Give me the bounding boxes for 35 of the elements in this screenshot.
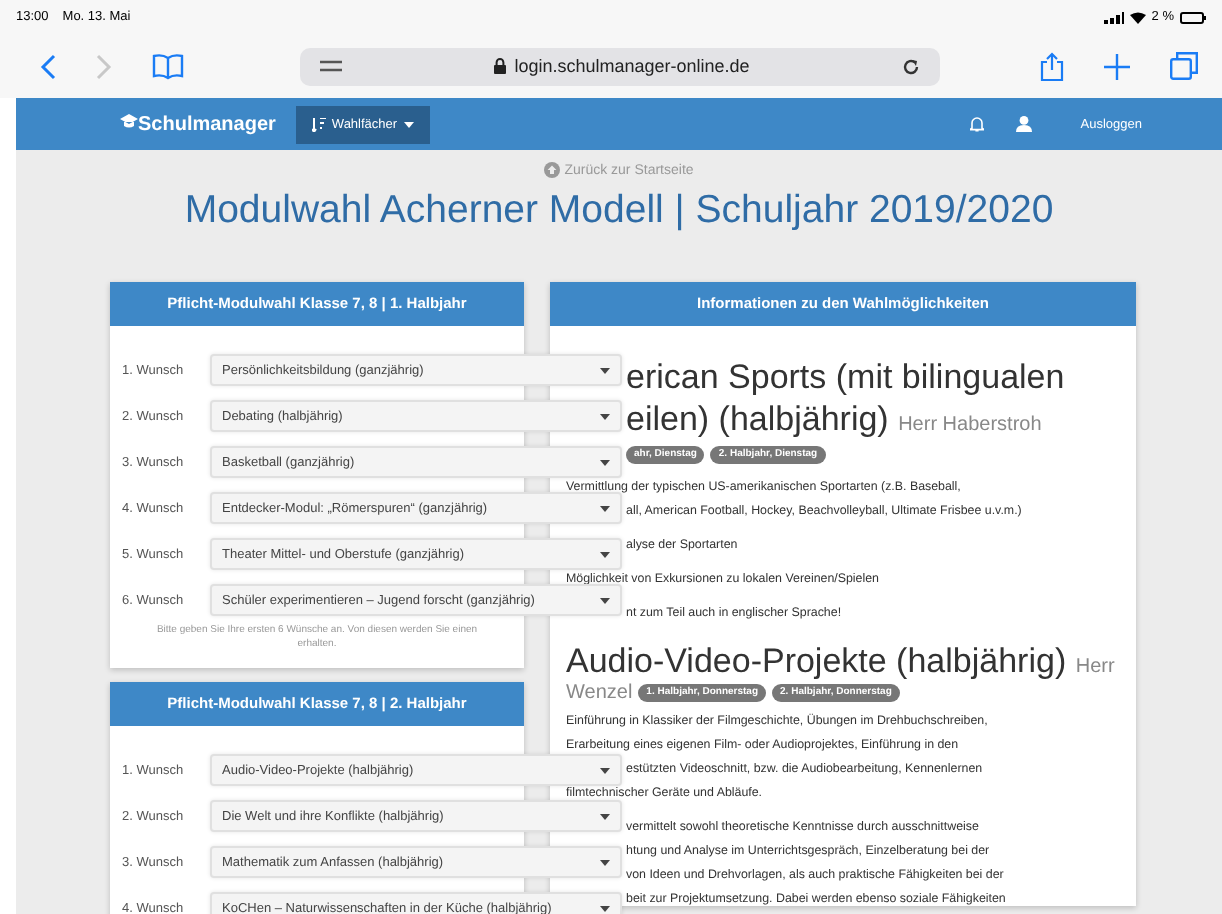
share-icon[interactable]: [1040, 51, 1064, 81]
sort-icon: [311, 117, 326, 131]
caret-icon: [600, 597, 610, 603]
caret-icon: [600, 551, 610, 557]
reload-icon[interactable]: [902, 57, 920, 75]
url-text: login.schulmanager-online.de: [514, 56, 750, 76]
menu-icon[interactable]: [320, 60, 342, 72]
caret-icon: [600, 459, 610, 465]
teacher-name: Wenzel: [566, 681, 633, 705]
module-heading: Audio-Video-Projekte (halbjährig): [566, 641, 1067, 679]
tabs-icon[interactable]: [1170, 52, 1198, 80]
signal-icon: [1103, 11, 1124, 23]
user-icon[interactable]: [1016, 116, 1033, 132]
lock-icon: [494, 58, 507, 74]
caret-icon: [600, 859, 610, 865]
caret-icon: [600, 505, 610, 511]
graduation-cap-icon: [120, 113, 138, 127]
caret-icon: [600, 767, 610, 773]
module-heading: erican Sports (mit bilingualen: [626, 358, 1065, 396]
caret-icon: [600, 813, 610, 819]
arrow-circle-icon: [544, 162, 561, 178]
address-bar[interactable]: login.schulmanager-online.de: [300, 47, 940, 85]
module-heading: eilen) (halbjährig): [626, 400, 889, 438]
page-title: Modulwahl Acherner Modell | Schuljahr 2019/2020: [184, 186, 1054, 234]
caret-icon: [600, 367, 610, 373]
book-icon[interactable]: [152, 53, 184, 79]
battery-icon: [1180, 11, 1206, 23]
wifi-icon: [1129, 11, 1146, 23]
caret-icon: [600, 413, 610, 419]
back-icon[interactable]: [40, 53, 56, 79]
bell-icon[interactable]: [970, 116, 985, 132]
teacher-name: Herr Haberstroh: [898, 414, 1042, 436]
teacher-name: Herr: [1075, 655, 1115, 677]
caret-icon: [403, 121, 414, 127]
new-tab-icon[interactable]: [1104, 53, 1130, 79]
